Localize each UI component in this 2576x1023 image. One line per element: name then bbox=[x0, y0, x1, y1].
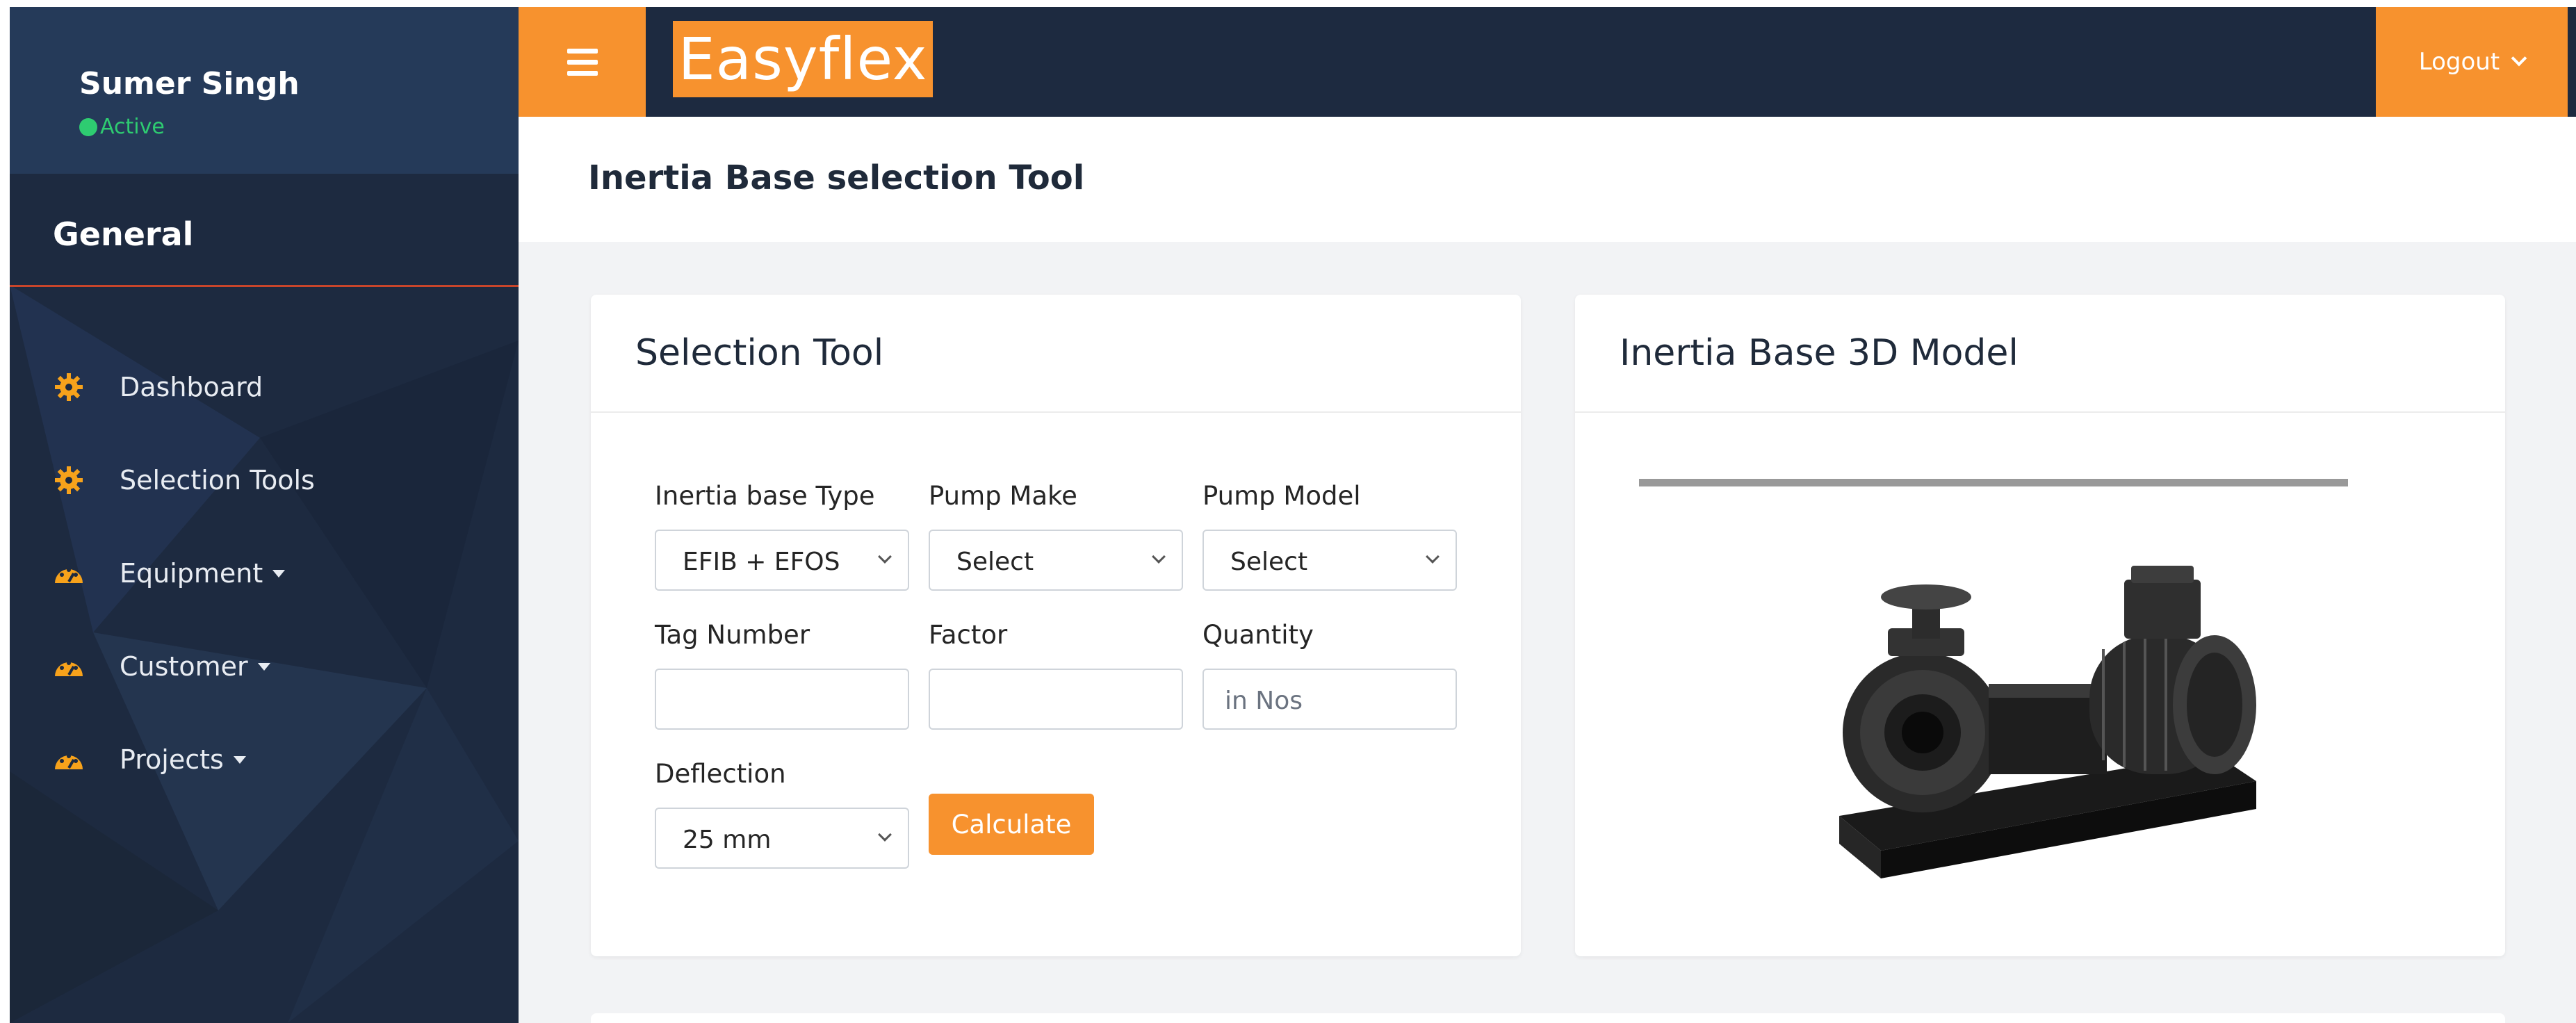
card-header: Inertia Base 3D Model bbox=[1575, 295, 2505, 413]
calculate-button[interactable]: Calculate bbox=[929, 794, 1094, 855]
selection-tool-card: Selection Tool Inertia base Type EFIB + … bbox=[591, 295, 1521, 956]
status-dot-icon bbox=[79, 117, 97, 136]
bottom-card bbox=[591, 1013, 2505, 1023]
card-header: Selection Tool bbox=[591, 295, 1521, 413]
menu-toggle-button[interactable] bbox=[519, 7, 646, 117]
chevron-down-icon bbox=[878, 550, 892, 564]
gauge-icon bbox=[51, 742, 86, 777]
sidebar-item-selection-tools[interactable]: Selection Tools bbox=[10, 434, 519, 527]
sidebar-nav: Dashboard Selection Tools Equipment Cust… bbox=[10, 341, 519, 806]
brand-logo[interactable]: Easyflex bbox=[673, 21, 933, 97]
tag-number-input[interactable] bbox=[655, 669, 909, 730]
card-title: Selection Tool bbox=[635, 332, 884, 374]
sidebar-item-label: Customer bbox=[120, 651, 248, 682]
card-title: Inertia Base 3D Model bbox=[1620, 332, 2019, 374]
select-value: Select bbox=[956, 548, 1034, 576]
tag-number-label: Tag Number bbox=[655, 620, 810, 650]
sidebar-item-projects[interactable]: Projects bbox=[10, 713, 519, 806]
select-value: 25 mm bbox=[683, 826, 772, 854]
gauge-icon bbox=[51, 556, 86, 591]
model-progress-line bbox=[1639, 479, 2348, 486]
gear-icon bbox=[51, 370, 86, 404]
sidebar-item-equipment[interactable]: Equipment bbox=[10, 527, 519, 620]
user-profile: Sumer Singh Active bbox=[10, 7, 519, 174]
pump-make-label: Pump Make bbox=[929, 481, 1077, 511]
select-value: EFIB + EFOS bbox=[683, 548, 840, 576]
top-navbar: Easyflex Logout bbox=[519, 7, 2576, 117]
inertia-base-type-select[interactable]: EFIB + EFOS bbox=[655, 530, 909, 591]
hamburger-line bbox=[566, 59, 598, 65]
model-card: Inertia Base 3D Model bbox=[1575, 295, 2505, 956]
caret-down-icon bbox=[257, 662, 270, 671]
sidebar-divider bbox=[10, 285, 519, 287]
user-name: Sumer Singh bbox=[79, 66, 300, 101]
gear-icon bbox=[51, 463, 86, 498]
deflection-label: Deflection bbox=[655, 759, 786, 789]
chevron-down-icon bbox=[1152, 550, 1166, 564]
sidebar-section-title: General bbox=[53, 215, 194, 253]
chevron-down-icon bbox=[878, 828, 892, 842]
logout-label: Logout bbox=[2418, 48, 2500, 76]
page-title: Inertia Base selection Tool bbox=[588, 158, 1085, 197]
gauge-icon bbox=[51, 649, 86, 684]
quantity-label: Quantity bbox=[1203, 620, 1314, 650]
factor-input[interactable] bbox=[929, 669, 1183, 730]
chevron-down-icon bbox=[2511, 50, 2527, 67]
factor-label: Factor bbox=[929, 620, 1008, 650]
sidebar-item-customer[interactable]: Customer bbox=[10, 620, 519, 713]
caret-down-icon bbox=[272, 569, 286, 578]
sidebar-item-label: Projects bbox=[120, 744, 224, 775]
sidebar: Sumer Singh Active General Dashboard Sel… bbox=[10, 7, 519, 1023]
deflection-select[interactable]: 25 mm bbox=[655, 808, 909, 869]
chevron-down-icon bbox=[1426, 550, 1440, 564]
pump-make-select[interactable]: Select bbox=[929, 530, 1183, 591]
status-label: Active bbox=[100, 115, 165, 139]
quantity-input[interactable]: in Nos bbox=[1203, 669, 1457, 730]
page-header: Inertia Base selection Tool bbox=[519, 117, 2576, 242]
hamburger-line bbox=[566, 48, 598, 54]
inertia-base-type-label: Inertia base Type bbox=[655, 481, 875, 511]
sidebar-item-label: Selection Tools bbox=[120, 465, 315, 496]
logout-button[interactable]: Logout bbox=[2376, 7, 2568, 117]
quantity-placeholder: in Nos bbox=[1225, 687, 1303, 715]
sidebar-item-label: Equipment bbox=[120, 558, 263, 589]
pump-model-select[interactable]: Select bbox=[1203, 530, 1457, 591]
caret-down-icon bbox=[233, 755, 246, 764]
user-status: Active bbox=[79, 115, 165, 139]
hamburger-line bbox=[566, 70, 598, 76]
pump-model-label: Pump Model bbox=[1203, 481, 1361, 511]
pump-3d-model-image bbox=[1839, 566, 2256, 878]
sidebar-item-label: Dashboard bbox=[120, 372, 263, 402]
select-value: Select bbox=[1230, 548, 1308, 576]
sidebar-item-dashboard[interactable]: Dashboard bbox=[10, 341, 519, 434]
